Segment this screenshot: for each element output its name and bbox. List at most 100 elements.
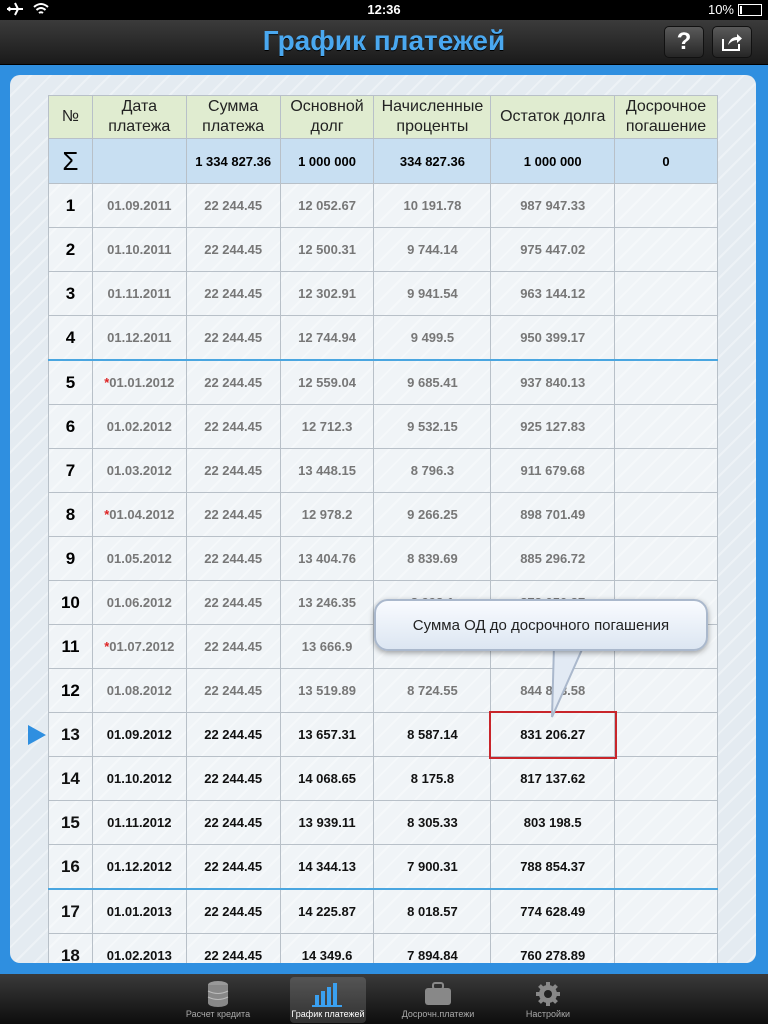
tab-bar: Расчет кредита График платежей Досрочн.п…	[0, 974, 768, 1024]
row-number-value: 7	[65, 460, 76, 480]
tab-settings[interactable]: Настройки	[510, 977, 586, 1023]
row-number: 3	[48, 271, 93, 316]
row-principal-value: 12 744.94	[298, 330, 356, 345]
row-number: 14	[48, 756, 93, 801]
bar-chart-icon	[312, 983, 342, 1007]
row-interest-value: 8 018.57	[407, 904, 458, 919]
header-payment: Сумма платежа	[185, 95, 281, 139]
row-principal: 13 404.76	[279, 536, 375, 581]
row-interest: 8 796.3	[373, 448, 492, 493]
row-interest: 7 900.31	[373, 844, 492, 890]
row-date-value: 01.09.2012	[106, 727, 172, 742]
tab-loan-calc[interactable]: Расчет кредита	[180, 977, 256, 1023]
table-row[interactable]: 15 01.11.2012 22 244.45 13 939.11 8 305.33 80…	[48, 800, 718, 845]
row-interest-value: 7 900.31	[407, 859, 458, 874]
row-payment: 22 244.45	[185, 888, 281, 934]
table-row[interactable]: 17 01.01.2013 22 244.45 14 225.87 8 018.57 77…	[48, 888, 718, 934]
table-row[interactable]: 1 01.09.2011 22 244.45 12 052.67 10 191.78 98…	[48, 183, 718, 228]
row-prepayment	[614, 183, 718, 228]
row-principal-value: 12 559.04	[298, 375, 356, 390]
table-row[interactable]: 2 01.10.2011 22 244.45 12 500.31 9 744.14 975…	[48, 227, 718, 272]
row-prepayment	[614, 227, 718, 272]
row-principal: 12 500.31	[279, 227, 375, 272]
row-prepayment	[614, 800, 718, 845]
callout-tooltip: Сумма ОД до досрочного погашения	[374, 599, 708, 651]
row-interest: 8 587.14	[373, 712, 492, 757]
row-payment: 22 244.45	[185, 183, 281, 228]
row-payment-value: 22 244.45	[204, 904, 263, 919]
tab-prepayments[interactable]: Досрочн.платежи	[400, 977, 476, 1023]
row-payment: 22 244.45	[185, 315, 281, 361]
table-row[interactable]: 13 01.09.2012 22 244.45 13 657.31 8 587.14 83…	[48, 712, 718, 757]
row-date: *01.07.2012	[91, 624, 187, 669]
tab-schedule-label: График платежей	[291, 1009, 365, 1019]
row-payment-value: 22 244.45	[204, 771, 263, 786]
row-principal-value: 14 349.6	[301, 948, 353, 963]
row-interest: 9 744.14	[373, 227, 492, 272]
row-balance-value: 817 137.62	[520, 771, 586, 786]
row-payment-value: 22 244.45	[204, 948, 263, 963]
row-date-value: 01.02.2012	[106, 419, 172, 434]
row-date: 01.11.2011	[91, 271, 187, 316]
row-date: 01.08.2012	[91, 668, 187, 713]
table-row[interactable]: 7 01.03.2012 22 244.45 13 448.15 8 796.3 911 …	[48, 448, 718, 493]
row-prepayment	[614, 933, 718, 963]
row-number-value: 3	[65, 283, 76, 303]
table-row[interactable]: 4 01.12.2011 22 244.45 12 744.94 9 499.5 950 …	[48, 315, 718, 361]
table-row[interactable]: 8 *01.04.2012 22 244.45 12 978.2 9 266.25 898…	[48, 492, 718, 537]
table-row[interactable]: 16 01.12.2012 22 244.45 14 344.13 7 900.31 78…	[48, 844, 718, 890]
row-number-value: 15	[60, 812, 80, 832]
row-date: 01.12.2011	[91, 315, 187, 361]
sum-interest: 334 827.36	[373, 138, 492, 184]
row-balance-value: 925 127.83	[520, 419, 586, 434]
row-number-value: 8	[65, 504, 76, 524]
row-prepayment	[614, 668, 718, 713]
sum-prepayment: 0	[614, 138, 718, 184]
row-number: 4	[48, 315, 93, 361]
row-interest-value: 9 744.14	[407, 242, 458, 257]
table-row[interactable]: 14 01.10.2012 22 244.45 14 068.65 8 175.8 817…	[48, 756, 718, 801]
table-row[interactable]: 3 01.11.2011 22 244.45 12 302.91 9 941.54 963…	[48, 271, 718, 316]
table-row[interactable]: 5 *01.01.2012 22 244.45 12 559.04 9 685.41 93…	[48, 359, 718, 405]
row-payment: 22 244.45	[185, 271, 281, 316]
sum-balance: 1 000 000	[490, 138, 616, 184]
share-button[interactable]	[712, 26, 752, 58]
row-principal: 14 068.65	[279, 756, 375, 801]
row-principal-value: 14 068.65	[298, 771, 356, 786]
table-row[interactable]: 9 01.05.2012 22 244.45 13 404.76 8 839.69 885…	[48, 536, 718, 581]
tab-prepayments-label: Досрочн.платежи	[401, 1009, 475, 1019]
row-interest-value: 7 894.84	[407, 948, 458, 963]
row-payment-value: 22 244.45	[204, 859, 263, 874]
row-interest: 8 305.33	[373, 800, 492, 845]
row-payment: 22 244.45	[185, 668, 281, 713]
row-payment-value: 22 244.45	[204, 463, 263, 478]
row-principal: 12 302.91	[279, 271, 375, 316]
tab-loan-calc-label: Расчет кредита	[185, 1009, 251, 1019]
sum-principal: 1 000 000	[279, 138, 375, 184]
row-date: 01.02.2012	[91, 404, 187, 449]
table-row[interactable]: 18 01.02.2013 22 244.45 14 349.6 7 894.84 760…	[48, 933, 718, 963]
row-date: 01.06.2012	[91, 580, 187, 625]
row-principal: 12 052.67	[279, 183, 375, 228]
row-prepayment	[614, 448, 718, 493]
tab-schedule[interactable]: График платежей	[290, 977, 366, 1023]
row-prepayment	[614, 359, 718, 405]
row-payment-value: 22 244.45	[204, 375, 263, 390]
row-balance: 898 701.49	[490, 492, 616, 537]
sum-date	[91, 138, 187, 184]
row-principal: 14 225.87	[279, 888, 375, 934]
row-balance: 788 854.37	[490, 844, 616, 890]
help-button[interactable]: ?	[664, 26, 704, 58]
row-balance: 937 840.13	[490, 359, 616, 405]
row-balance-value: 760 278.89	[520, 948, 586, 963]
row-number: 11	[48, 624, 93, 669]
row-date-value: 01.05.2012	[106, 551, 172, 566]
schedule-panel[interactable]: № Дата платежа Сумма платежа Основной до…	[10, 75, 756, 963]
row-interest: 8 175.8	[373, 756, 492, 801]
table-row[interactable]: 6 01.02.2012 22 244.45 12 712.3 9 532.15 925 …	[48, 404, 718, 449]
row-date: *01.04.2012	[91, 492, 187, 537]
row-number-value: 14	[60, 768, 80, 788]
table-row[interactable]: 12 01.08.2012 22 244.45 13 519.89 8 724.55 84…	[48, 668, 718, 713]
row-number: 10	[48, 580, 93, 625]
row-number: 7	[48, 448, 93, 493]
